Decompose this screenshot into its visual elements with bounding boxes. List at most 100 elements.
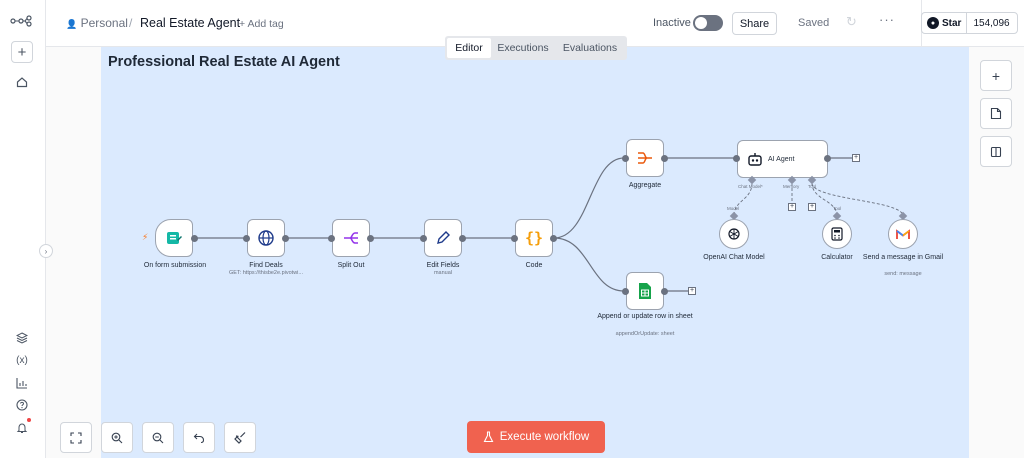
output-port[interactable] <box>661 288 668 295</box>
add-node-panel-button[interactable]: + <box>980 60 1012 91</box>
history-icon[interactable]: ↻ <box>846 14 857 30</box>
zoom-out-icon <box>152 432 164 443</box>
fit-view-icon <box>70 431 82 444</box>
node-label: Code <box>525 262 543 269</box>
calculator-icon <box>831 227 843 241</box>
sub-port-label: Model <box>727 206 740 211</box>
github-star-button[interactable]: ● Star <box>922 13 968 33</box>
home-icon[interactable] <box>11 71 33 93</box>
saved-status: Saved <box>798 17 830 29</box>
view-tabs: Editor Executions Evaluations <box>445 36 627 60</box>
notification-dot <box>27 418 31 422</box>
tab-executions[interactable]: Executions <box>491 38 555 58</box>
variables-icon[interactable]: (x) <box>11 349 33 371</box>
output-port[interactable] <box>824 155 831 162</box>
insights-icon[interactable] <box>11 372 33 394</box>
add-node-button[interactable]: + <box>852 154 860 162</box>
node-label: Send a message in Gmail <box>862 254 944 261</box>
input-port[interactable] <box>328 235 335 242</box>
pencil-icon <box>437 231 450 244</box>
node-label: Append or update row in sheet <box>597 313 693 320</box>
more-options-button[interactable]: ··· <box>879 12 895 27</box>
breadcrumb-project[interactable]: 👤 Personal <box>66 16 128 30</box>
tab-editor[interactable]: Editor <box>447 38 491 58</box>
input-port[interactable] <box>622 155 629 162</box>
undo-icon <box>193 433 205 443</box>
add-memory-button[interactable]: + <box>788 203 796 211</box>
output-port[interactable] <box>282 235 289 242</box>
tab-evaluations[interactable]: Evaluations <box>555 38 625 58</box>
breadcrumb-separator: / <box>129 16 133 30</box>
split-icon <box>344 232 358 244</box>
code-braces-icon: {} <box>524 229 544 247</box>
node-gmail[interactable] <box>888 219 918 249</box>
node-label: Aggregate <box>628 182 662 189</box>
node-openai-chat-model[interactable] <box>719 219 749 249</box>
port-label-memory: Memory <box>783 184 800 189</box>
github-icon: ● <box>927 17 939 29</box>
node-aggregate[interactable] <box>626 139 664 177</box>
trigger-bolt-icon: ⚡ <box>142 232 149 242</box>
input-port[interactable] <box>243 235 250 242</box>
templates-icon[interactable] <box>11 327 33 349</box>
input-port[interactable] <box>420 235 427 242</box>
sidebar-collapse-button[interactable]: › <box>39 244 53 258</box>
globe-icon <box>258 230 274 246</box>
node-code[interactable]: {} <box>515 219 553 257</box>
zoom-out-button[interactable] <box>142 422 174 453</box>
add-sticky-note-button[interactable] <box>980 98 1012 129</box>
connection-code-aggregate <box>553 157 625 239</box>
share-button[interactable]: Share <box>732 12 777 35</box>
node-edit-fields[interactable] <box>424 219 462 257</box>
zoom-in-button[interactable] <box>101 422 133 453</box>
node-calculator[interactable] <box>822 219 852 249</box>
add-tag-button[interactable]: + Add tag <box>239 18 284 30</box>
sub-port-label: Tool <box>833 206 842 211</box>
output-port[interactable] <box>459 235 466 242</box>
output-port[interactable] <box>367 235 374 242</box>
fit-view-button[interactable] <box>60 422 92 453</box>
node-subtitle: appendOrUpdate: sheet <box>615 331 675 337</box>
user-icon: 👤 <box>66 19 78 29</box>
github-star-widget[interactable]: ● Star 154,096 <box>921 12 1018 34</box>
tidy-up-button[interactable] <box>224 422 256 453</box>
left-sidebar: + (x) <box>0 0 46 458</box>
form-icon <box>167 232 182 244</box>
execute-workflow-button[interactable]: Execute workflow <box>467 421 605 453</box>
broom-icon <box>233 432 245 444</box>
panel-icon <box>990 146 1002 157</box>
help-icon[interactable] <box>11 394 33 416</box>
n8n-logo-icon[interactable] <box>9 10 35 32</box>
active-toggle[interactable] <box>693 15 723 31</box>
output-port[interactable] <box>191 235 198 242</box>
add-tool-button[interactable]: + <box>808 203 816 211</box>
workflow-name[interactable]: Real Estate Agent <box>140 16 240 30</box>
toggle-panel-button[interactable] <box>980 136 1012 167</box>
create-button[interactable]: + <box>11 41 33 63</box>
node-subtitle: manual <box>433 270 453 276</box>
robot-icon <box>748 153 762 166</box>
input-port[interactable] <box>511 235 518 242</box>
input-port[interactable] <box>622 288 629 295</box>
active-status-label: Inactive <box>653 17 691 29</box>
gmail-icon <box>896 228 910 239</box>
output-port[interactable] <box>550 235 557 242</box>
sticky-note-icon <box>990 107 1002 120</box>
add-node-button[interactable]: + <box>688 287 696 295</box>
node-split-out[interactable] <box>332 219 370 257</box>
input-port[interactable] <box>733 155 740 162</box>
node-form-trigger[interactable] <box>155 219 193 257</box>
node-subtitle: send: message <box>884 271 922 277</box>
undo-button[interactable] <box>183 422 215 453</box>
github-star-count: 154,096 <box>973 17 1010 29</box>
app-root: Professional Real Estate AI Agent ⚡ On f… <box>0 0 1024 458</box>
node-label: AI Agent <box>768 156 795 163</box>
notifications-bell-icon[interactable] <box>11 417 33 439</box>
openai-icon <box>728 228 740 240</box>
node-google-sheets[interactable] <box>626 272 664 310</box>
aggregate-icon <box>638 152 652 164</box>
node-ai-agent[interactable]: AI Agent <box>737 140 828 178</box>
connection-tool-gmail <box>811 182 904 217</box>
output-port[interactable] <box>661 155 668 162</box>
node-find-deals[interactable] <box>247 219 285 257</box>
